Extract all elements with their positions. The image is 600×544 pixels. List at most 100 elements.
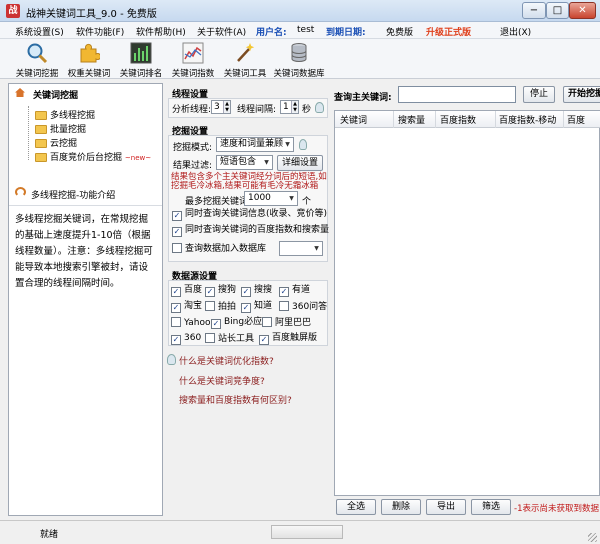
data-note: -1表示尚未获取到数据: [514, 504, 599, 514]
source-bing[interactable]: ✓ Bing必应: [211, 317, 262, 329]
table-header: 关键词 搜索量 百度指数 百度指数-移动 百度: [335, 111, 600, 128]
source-baidu-mobile[interactable]: ✓ 百度触屏版: [259, 333, 317, 345]
spinner-arrows-icon[interactable]: ▲ ▼: [223, 101, 230, 113]
column-header-baidu[interactable]: 百度: [567, 113, 585, 126]
toolbar-keyword-database[interactable]: 关键词数据库: [272, 40, 326, 79]
column-divider: [495, 111, 496, 128]
checkbox-unchecked-icon: [172, 243, 182, 253]
source-taobao[interactable]: ✓ 淘宝: [171, 301, 202, 313]
option-query-info[interactable]: ✓ 同时查询关键词信息(收录、竞价等): [172, 209, 327, 221]
database-select[interactable]: ▼: [279, 241, 323, 256]
checkbox-checked-icon: ✓: [171, 303, 181, 313]
source-yahoo[interactable]: Yahoo: [171, 317, 211, 329]
source-youdao[interactable]: ✓ 有道: [279, 285, 310, 297]
toolbar-weight-keywords[interactable]: 权重关键词: [64, 40, 114, 79]
interval-label: 线程间隔:: [237, 105, 277, 115]
help-link-search-volume[interactable]: 搜索量和百度指数有何区别?: [179, 393, 292, 406]
stop-button[interactable]: 停止: [523, 86, 555, 103]
expiry-label: 到期日期:: [326, 28, 366, 38]
results-table[interactable]: 关键词 搜索量 百度指数 百度指数-移动 百度: [334, 110, 600, 496]
toolbar-keyword-tools[interactable]: 关键词工具: [220, 40, 270, 79]
max-keywords-unit: 个: [302, 197, 312, 207]
source-chinaz[interactable]: 站长工具: [205, 333, 254, 345]
chevron-down-icon: ▼: [314, 245, 319, 252]
bar-chart-icon: [130, 42, 152, 64]
section-title: 关键词挖掘: [33, 91, 79, 101]
interval-spinner[interactable]: 1 ▲ ▼: [280, 100, 299, 114]
column-divider: [563, 111, 564, 128]
filter-select[interactable]: 短语包含 ▼: [216, 155, 273, 170]
filter-button[interactable]: 筛选: [471, 499, 511, 515]
export-button[interactable]: 导出: [426, 499, 466, 515]
menu-help[interactable]: 软件帮助(H): [136, 25, 186, 38]
toolbar-keyword-mining[interactable]: 关键词挖掘: [12, 40, 62, 79]
minimize-button[interactable]: −: [522, 2, 546, 19]
tree-item-cloud[interactable]: 云挖掘: [35, 136, 77, 149]
threads-spinner[interactable]: 3 ▲ ▼: [211, 100, 231, 114]
help-link-optimization-index[interactable]: 什么是关键词优化指数?: [179, 354, 274, 367]
folder-icon: [35, 111, 47, 120]
source-zhidao[interactable]: ✓ 知道: [241, 301, 272, 313]
source-soso[interactable]: ✓ 搜搜: [241, 285, 272, 297]
tree-item-multithread[interactable]: 多线程挖掘: [35, 108, 95, 121]
source-paipai[interactable]: 拍拍: [205, 301, 236, 313]
datasource-group: ✓ 百度 ✓ 搜狗 ✓ 搜搜 ✓ 有道 ✓ 淘宝 拍拍 ✓ 知道 360问答 Yahoo ✓…: [168, 280, 328, 346]
puzzle-icon: [80, 43, 100, 63]
checkbox-unchecked-icon: [205, 333, 215, 343]
home-icon: [15, 88, 25, 97]
maximize-button[interactable]: □: [546, 2, 569, 19]
option-query-index[interactable]: ✓ 同时查询关键词的百度指数和搜索量: [172, 225, 329, 237]
progress-bar: [271, 525, 343, 539]
checkbox-unchecked-icon: [205, 301, 215, 311]
max-keywords-select[interactable]: 1000 ▼: [244, 191, 298, 206]
tree-item-baidu-bidding[interactable]: 百度竞价后台挖掘 ~new~: [35, 150, 151, 163]
query-input[interactable]: [398, 86, 516, 103]
source-baidu[interactable]: ✓ 百度: [171, 285, 202, 297]
lightbulb-icon: [167, 354, 176, 365]
menu-about[interactable]: 关于软件(A): [197, 25, 246, 38]
column-header-baidu-index[interactable]: 百度指数: [440, 113, 476, 126]
menu-exit[interactable]: 退出(X): [500, 25, 531, 38]
filter-detail-button[interactable]: 详细设置: [277, 155, 323, 171]
source-360wenda[interactable]: 360问答: [279, 301, 327, 313]
option-save-database[interactable]: 查询数据加入数据库: [172, 243, 266, 255]
spinner-arrows-icon[interactable]: ▲ ▼: [291, 101, 298, 113]
divider: [9, 205, 162, 206]
checkbox-unchecked-icon: [262, 317, 272, 327]
start-button[interactable]: 开始挖掘: [563, 86, 600, 103]
select-all-button[interactable]: 全选: [336, 499, 376, 515]
checkbox-checked-icon: ✓: [172, 211, 182, 221]
menu-software-functions[interactable]: 软件功能(F): [76, 25, 124, 38]
interval-unit: 秒: [302, 105, 312, 115]
database-icon: [291, 43, 307, 63]
expiry-value: 免费版: [386, 28, 414, 38]
column-header-search-volume[interactable]: 搜索量: [398, 113, 425, 126]
checkbox-checked-icon: ✓: [171, 335, 181, 345]
resize-grip-icon[interactable]: [588, 533, 597, 542]
upgrade-link[interactable]: 升级正式版: [426, 25, 471, 38]
mode-select[interactable]: 速度和词量兼顾 ▼: [216, 137, 294, 152]
column-header-baidu-index-mobile[interactable]: 百度指数-移动: [499, 113, 556, 126]
toolbar-keyword-index[interactable]: 关键词指数: [168, 40, 218, 79]
toolbar: 关键词挖掘 权重关键词 关键词排名 关键词指数 关键词工具 关键词数据库: [0, 39, 600, 79]
toolbar-keyword-ranking[interactable]: 关键词排名: [116, 40, 166, 79]
chevron-down-icon: ▼: [285, 141, 290, 148]
checkbox-checked-icon: ✓: [205, 287, 215, 297]
checkbox-unchecked-icon: [171, 317, 181, 327]
column-header-keyword[interactable]: 关键词: [340, 113, 367, 126]
close-button[interactable]: ✕: [569, 2, 596, 19]
delete-button[interactable]: 删除: [381, 499, 421, 515]
tree-item-batch[interactable]: 批量挖掘: [35, 122, 86, 135]
folder-icon: [35, 153, 47, 162]
left-panel: 关键词挖掘 多线程挖掘 批量挖掘 云挖掘 百度竞价后台挖掘 ~new~ 多线程挖…: [8, 83, 163, 516]
help-link-competition[interactable]: 什么是关键词竞争度?: [179, 374, 265, 387]
checkbox-checked-icon: ✓: [211, 319, 221, 329]
checkbox-checked-icon: ✓: [259, 335, 269, 345]
source-360[interactable]: ✓ 360: [171, 333, 201, 345]
source-alibaba[interactable]: 阿里巴巴: [262, 317, 311, 329]
source-sogou[interactable]: ✓ 搜狗: [205, 285, 236, 297]
magic-wand-icon: [237, 43, 255, 62]
app-icon: 战: [6, 4, 20, 18]
username-value: test: [297, 25, 315, 35]
menu-system-settings[interactable]: 系统设置(S): [15, 25, 64, 38]
